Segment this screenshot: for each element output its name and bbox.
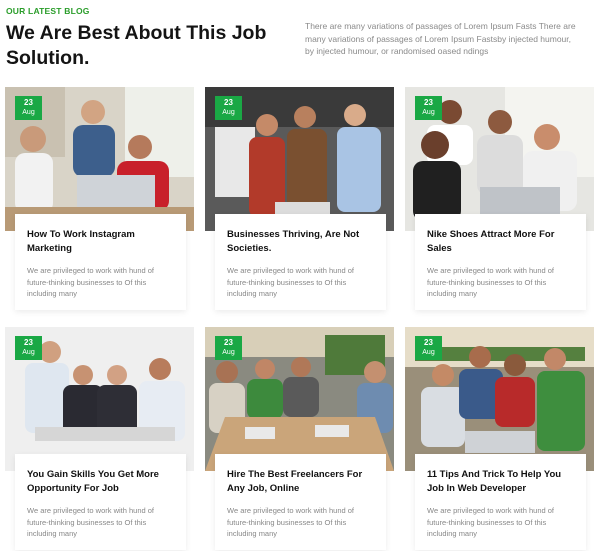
post-date-month: Aug xyxy=(22,109,35,116)
post-date-month: Aug xyxy=(222,109,235,116)
post-date-day: 23 xyxy=(24,98,33,107)
post-title-link[interactable]: Businesses Thriving, Are Not Societies. xyxy=(227,228,374,258)
section-eyebrow: OUR LATEST BLOG xyxy=(6,6,90,16)
post-date-month: Aug xyxy=(422,349,435,356)
post-date-day: 23 xyxy=(424,338,433,347)
post-date-month: Aug xyxy=(222,349,235,356)
post-date-day: 23 xyxy=(224,338,233,347)
post-date-badge: 23 Aug xyxy=(415,96,442,120)
blog-card[interactable]: 23 Aug 11 Tips And Trick To Help You Job… xyxy=(405,327,594,551)
post-excerpt: We are privileged to work with hund of f… xyxy=(227,266,355,298)
post-date-badge: 23 Aug xyxy=(15,96,42,120)
post-excerpt: We are privileged to work with hund of f… xyxy=(27,506,155,538)
post-excerpt: We are privileged to work with hund of f… xyxy=(27,266,155,298)
post-date-badge: 23 Aug xyxy=(215,96,242,120)
post-date-badge: 23 Aug xyxy=(215,336,242,360)
post-date-badge: 23 Aug xyxy=(415,336,442,360)
blog-card[interactable]: 23 Aug Nike Shoes Attract More For Sales… xyxy=(405,87,594,312)
post-date-day: 23 xyxy=(24,338,33,347)
blog-card-body: 11 Tips And Trick To Help You Job In Web… xyxy=(415,454,586,550)
section-title: We Are Best About This Job Solution. xyxy=(6,22,267,69)
blog-card[interactable]: 23 Aug How To Work Instagram Marketing W… xyxy=(5,87,194,312)
section-header: OUR LATEST BLOG We Are Best About This J… xyxy=(6,5,596,75)
post-title-link[interactable]: Hire The Best Freelancers For Any Job, O… xyxy=(227,468,374,498)
section-description: There are many variations of passages of… xyxy=(305,21,576,56)
blog-card-body: Businesses Thriving, Are Not Societies. … xyxy=(215,214,386,310)
blog-card-body: Nike Shoes Attract More For Sales We are… xyxy=(415,214,586,310)
post-date-month: Aug xyxy=(22,349,35,356)
blog-card[interactable]: 23 Aug Hire The Best Freelancers For Any… xyxy=(205,327,394,551)
post-excerpt: We are privileged to work with hund of f… xyxy=(427,266,555,298)
blog-card[interactable]: 23 Aug Businesses Thriving, Are Not Soci… xyxy=(205,87,394,312)
blog-card-body: Hire The Best Freelancers For Any Job, O… xyxy=(215,454,386,550)
post-title-link[interactable]: How To Work Instagram Marketing xyxy=(27,228,174,258)
post-excerpt: We are privileged to work with hund of f… xyxy=(427,506,555,538)
post-title-link[interactable]: 11 Tips And Trick To Help You Job In Web… xyxy=(427,468,574,498)
blog-card-body: How To Work Instagram Marketing We are p… xyxy=(15,214,186,310)
post-title-link[interactable]: Nike Shoes Attract More For Sales xyxy=(427,228,574,258)
blog-card-body: You Gain Skills You Get More Opportunity… xyxy=(15,454,186,550)
post-date-month: Aug xyxy=(422,109,435,116)
post-excerpt: We are privileged to work with hund of f… xyxy=(227,506,355,538)
post-date-day: 23 xyxy=(424,98,433,107)
post-date-badge: 23 Aug xyxy=(15,336,42,360)
post-date-day: 23 xyxy=(224,98,233,107)
blog-card[interactable]: 23 Aug You Gain Skills You Get More Oppo… xyxy=(5,327,194,551)
blog-grid: 23 Aug How To Work Instagram Marketing W… xyxy=(5,87,595,550)
post-title-link[interactable]: You Gain Skills You Get More Opportunity… xyxy=(27,468,174,498)
